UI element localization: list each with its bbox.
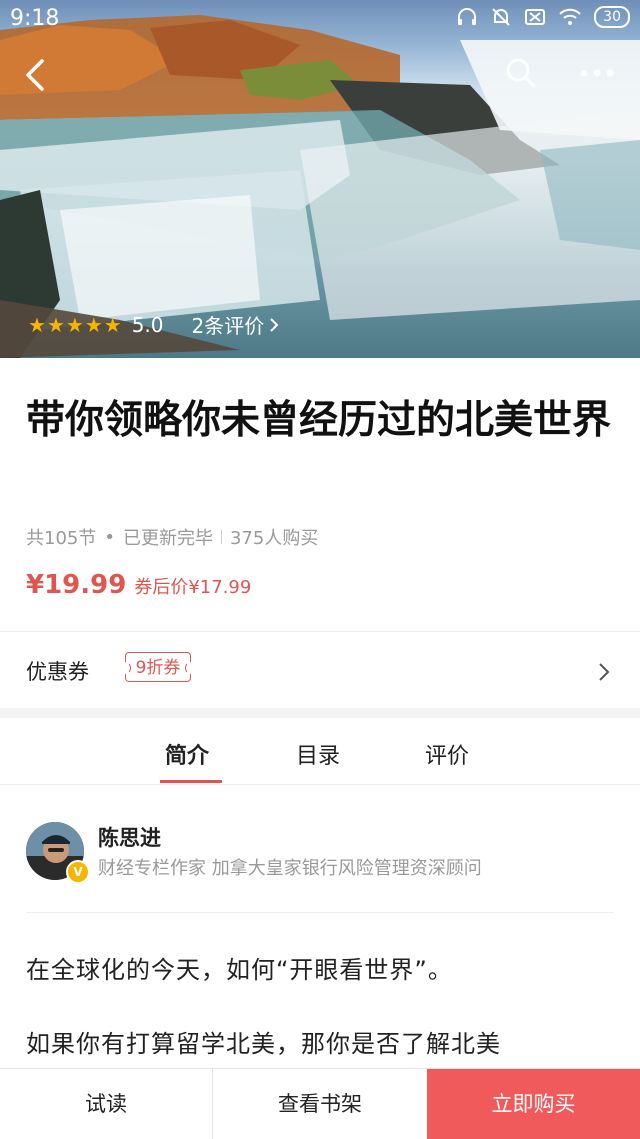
rating-summary: ★ ★ ★ ★ ★ 5.0 2条评价 xyxy=(28,310,279,339)
headphones-icon xyxy=(458,8,477,25)
page-title: 带你领略你未曾经历过的北美世界 xyxy=(26,398,612,443)
verified-badge: V xyxy=(66,860,90,884)
bottom-action-bar: 试读 查看书架 立即购买 xyxy=(0,1068,640,1139)
reviews-link-label: 2条评价 xyxy=(191,314,265,338)
active-tab-indicator xyxy=(160,780,222,783)
chevron-right-icon xyxy=(599,663,610,681)
buyer-count: 375人购买 xyxy=(229,528,319,549)
coupon-tag: 9折券 xyxy=(121,652,195,682)
star-icon: ★ xyxy=(103,312,122,337)
trial-read-button[interactable]: 试读 xyxy=(0,1069,212,1139)
buy-now-button[interactable]: 立即购买 xyxy=(427,1069,640,1139)
rating-score: 5.0 xyxy=(131,312,164,337)
tab-reviews[interactable]: 评价 xyxy=(425,738,469,770)
battery-indicator: 30 xyxy=(594,6,630,28)
coupon-label: 优惠券 xyxy=(26,660,89,684)
divider xyxy=(0,784,640,785)
star-icon: ★ xyxy=(65,312,84,337)
lesson-count: 共105节 xyxy=(26,528,97,549)
divider xyxy=(26,912,614,913)
waterfall-illustration xyxy=(0,15,640,358)
chevron-right-icon xyxy=(270,317,279,332)
star-icon: ★ xyxy=(46,312,65,337)
status-icons: 30 xyxy=(456,6,630,28)
view-bookshelf-button[interactable]: 查看书架 xyxy=(212,1069,427,1139)
search-icon[interactable] xyxy=(504,56,538,90)
tab-catalog[interactable]: 目录 xyxy=(296,738,340,770)
author-card[interactable]: V 陈思进 财经专栏作家 加拿大皇家银行风险管理资深顾问 xyxy=(26,818,616,884)
cover-image: 9:18 30 ★ ★ ★ ★ ★ 5.0 2条评价 xyxy=(0,0,640,358)
back-arrow-icon[interactable] xyxy=(20,58,54,92)
meta-divider xyxy=(220,530,222,544)
tab-intro[interactable]: 简介 xyxy=(165,738,209,770)
tab-bar: 简介 目录 评价 xyxy=(0,718,640,784)
status-bar: 9:18 30 xyxy=(0,0,640,40)
wifi-icon xyxy=(559,8,581,25)
intro-paragraph: 在全球化的今天，如何“开眼看世界”。 xyxy=(26,956,453,984)
mute-bell-icon xyxy=(492,8,510,26)
section-separator xyxy=(0,708,640,718)
reviews-link[interactable]: 2条评价 xyxy=(192,310,280,339)
coupon-row[interactable]: 优惠券 9折券 xyxy=(0,632,640,708)
update-status: 已更新完毕 xyxy=(122,528,213,549)
price-row: ¥19.99 券后价¥17.99 xyxy=(26,570,251,600)
status-time: 9:18 xyxy=(10,6,60,31)
intro-paragraph: 如果你有打算留学北美，那你是否了解北美 xyxy=(26,1030,501,1058)
book-meta: 共105节 • 已更新完毕 375人购买 xyxy=(26,524,318,550)
more-icon[interactable] xyxy=(580,68,614,78)
hero-actions xyxy=(504,56,614,90)
price: ¥19.99 xyxy=(26,570,127,600)
star-icon: ★ xyxy=(84,312,103,337)
author-name: 陈思进 xyxy=(98,826,161,850)
star-icon: ★ xyxy=(28,312,46,337)
rating-stars: ★ ★ ★ ★ ★ xyxy=(28,315,122,335)
sim-off-icon xyxy=(525,9,546,25)
author-description: 财经专栏作家 加拿大皇家银行风险管理资深顾问 xyxy=(98,858,482,879)
coupon-price: 券后价¥17.99 xyxy=(134,577,252,598)
